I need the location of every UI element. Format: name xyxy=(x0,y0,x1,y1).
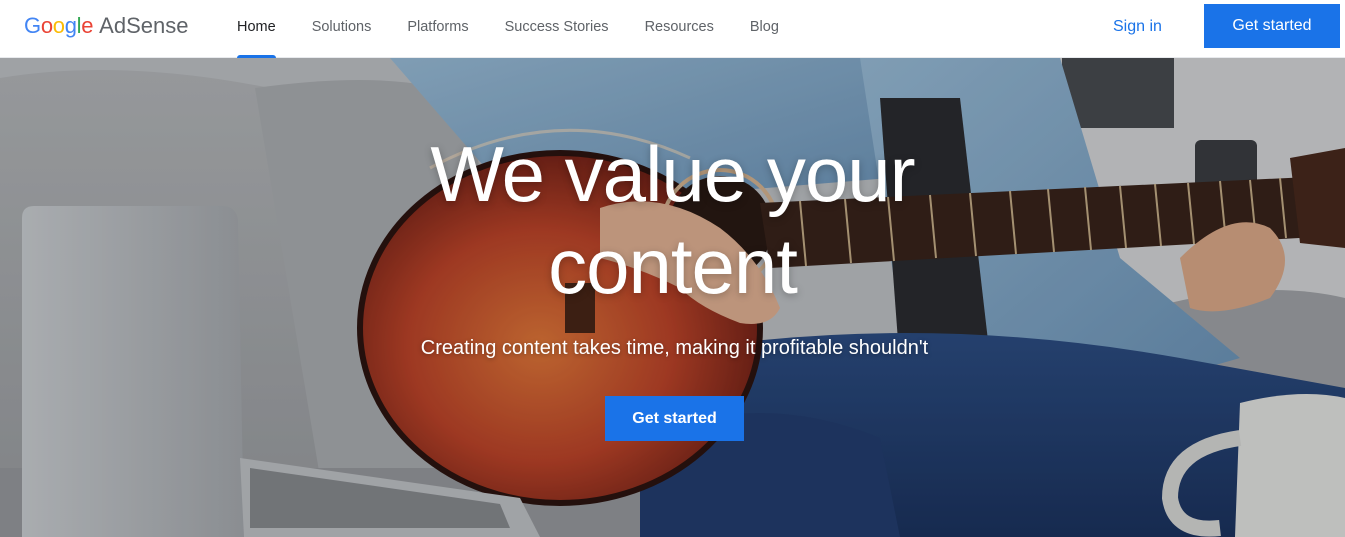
hero-title-line-2: content xyxy=(548,222,798,310)
nav-item-solutions[interactable]: Solutions xyxy=(294,0,390,58)
nav-item-platforms[interactable]: Platforms xyxy=(389,0,486,58)
header-get-started-button[interactable]: Get started xyxy=(1204,4,1340,48)
sign-in-link[interactable]: Sign in xyxy=(1097,0,1178,54)
hero-title: We value your content xyxy=(0,128,1345,312)
hero-title-line-1: We value your xyxy=(430,130,915,218)
logo-google-letter-o2: o xyxy=(52,13,65,38)
nav-item-success-stories[interactable]: Success Stories xyxy=(487,0,627,58)
hero-get-started-button[interactable]: Get started xyxy=(605,396,744,441)
nav-item-resources[interactable]: Resources xyxy=(627,0,732,58)
hero-subtitle: Creating content takes time, making it p… xyxy=(420,337,929,359)
logo-product-name: AdSense xyxy=(99,13,189,38)
main-nav: Home Solutions Platforms Success Stories… xyxy=(219,0,797,58)
logo-google-letter-g2: g xyxy=(64,13,77,38)
logo-google-letter-g: G xyxy=(24,13,41,38)
site-header: G o o g l e AdSense Home Solutions Platf… xyxy=(0,0,1345,58)
logo-google-letter-o1: o xyxy=(40,13,53,38)
logo-google-letter-e: e xyxy=(81,13,94,38)
hero-section: We value your content Creating content t… xyxy=(0,58,1345,537)
nav-item-home[interactable]: Home xyxy=(219,0,294,58)
google-adsense-logo[interactable]: G o o g l e AdSense xyxy=(24,13,188,43)
nav-item-blog[interactable]: Blog xyxy=(732,0,797,58)
